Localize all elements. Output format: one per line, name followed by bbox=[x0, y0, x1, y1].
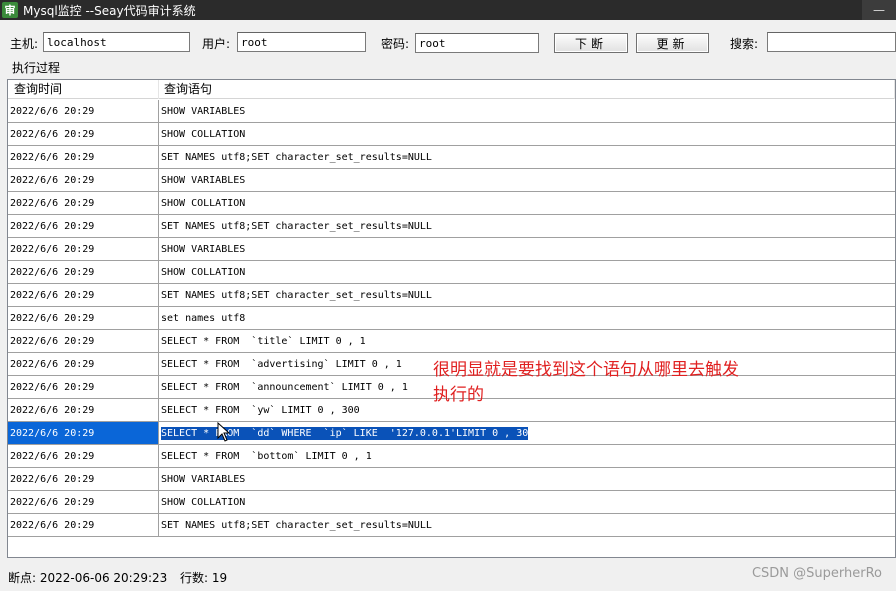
query-statement-text: SHOW VARIABLES bbox=[161, 174, 246, 186]
query-statement-cell: SHOW VARIABLES bbox=[159, 244, 895, 255]
query-time-cell: 2022/6/6 20:29 bbox=[8, 445, 159, 467]
query-time-cell: 2022/6/6 20:29 bbox=[8, 238, 159, 260]
query-statement-cell: SELECT * FROM `title` LIMIT 0 , 1 bbox=[159, 336, 895, 347]
password-input[interactable]: root bbox=[415, 33, 539, 53]
host-input[interactable]: localhost bbox=[43, 32, 190, 52]
table-row[interactable]: 2022/6/6 20:29 SET NAMES utf8;SET charact… bbox=[8, 284, 895, 307]
table-row[interactable]: 2022/6/6 20:29 SHOW VARIABLES bbox=[8, 100, 895, 123]
query-time-cell: 2022/6/6 20:29 bbox=[8, 399, 159, 421]
query-statement-text: SELECT * FROM `bottom` LIMIT 0 , 1 bbox=[161, 450, 372, 462]
row-count-status: 行数: 19 bbox=[180, 570, 228, 585]
execution-process-label: 执行过程 bbox=[12, 61, 61, 75]
query-time-cell: 2022/6/6 20:29 bbox=[8, 261, 159, 283]
search-label: 搜索: bbox=[730, 37, 759, 51]
query-time-cell: 2022/6/6 20:29 bbox=[8, 514, 159, 536]
red-annotation: 很明显就是要找到这个语句从哪里去触发 执行的 bbox=[433, 358, 833, 408]
table-row[interactable]: 2022/6/6 20:29 SHOW COLLATION bbox=[8, 261, 895, 284]
query-statement-cell: SELECT * FROM `dd` WHERE `ip` LIKE '127.… bbox=[159, 426, 895, 440]
table-row[interactable]: 2022/6/6 20:29 SET NAMES utf8;SET charact… bbox=[8, 215, 895, 238]
query-time-cell: 2022/6/6 20:29 bbox=[8, 100, 159, 122]
query-time-cell: 2022/6/6 20:29 bbox=[8, 376, 159, 398]
query-statement-text: SET NAMES utf8;SET character_set_results… bbox=[161, 151, 432, 163]
table-row[interactable]: 2022/6/6 20:29 SHOW VARIABLES bbox=[8, 238, 895, 261]
query-statement-text: set names utf8 bbox=[161, 312, 246, 324]
table-row[interactable]: 2022/6/6 20:29 SET NAMES utf8;SET charact… bbox=[8, 514, 895, 537]
query-statement-cell: SET NAMES utf8;SET character_set_results… bbox=[159, 290, 895, 301]
column-header-time[interactable]: 查询时间 bbox=[8, 80, 159, 99]
user-input[interactable]: root bbox=[237, 32, 366, 52]
table-row[interactable]: 2022/6/6 20:29 SHOW COLLATION bbox=[8, 192, 895, 215]
table-row[interactable]: 2022/6/6 20:29 SET NAMES utf8;SET charact… bbox=[8, 146, 895, 169]
query-statement-cell: SHOW COLLATION bbox=[159, 497, 895, 508]
query-statement-text: SELECT * FROM `yw` LIMIT 0 , 300 bbox=[161, 404, 360, 416]
breakpoint-status: 断点: 2022-06-06 20:29:23 bbox=[8, 570, 168, 585]
mouse-cursor-icon bbox=[217, 422, 231, 442]
annotation-line-1: 很明显就是要找到这个语句从哪里去触发 bbox=[433, 360, 739, 380]
query-statement-cell: SHOW COLLATION bbox=[159, 129, 895, 140]
query-statement-text: SHOW COLLATION bbox=[161, 197, 246, 209]
query-time-cell: 2022/6/6 20:29 bbox=[8, 192, 159, 214]
query-statement-text: SELECT * FROM `announcement` LIMIT 0 , 1 bbox=[161, 381, 408, 393]
query-statement-text: SHOW COLLATION bbox=[161, 128, 246, 140]
query-statement-cell: SHOW COLLATION bbox=[159, 198, 895, 209]
query-log-table[interactable]: 查询时间 查询语句 2022/6/6 20:29 SHOW VARIABLES 20… bbox=[7, 79, 896, 558]
query-statement-text: SHOW COLLATION bbox=[161, 496, 246, 508]
search-input[interactable] bbox=[767, 32, 896, 52]
query-statement-cell: SHOW COLLATION bbox=[159, 267, 895, 278]
query-statement-cell: SET NAMES utf8;SET character_set_results… bbox=[159, 152, 895, 163]
query-statement-text: SELECT * FROM `advertising` LIMIT 0 , 1 bbox=[161, 358, 402, 370]
window-title: Mysql监控 --Seay代码审计系统 bbox=[23, 3, 196, 18]
table-row[interactable]: 2022/6/6 20:29 SHOW VARIABLES bbox=[8, 468, 895, 491]
watermark: CSDN @SuperherRo bbox=[751, 566, 882, 581]
query-statement-text: SET NAMES utf8;SET character_set_results… bbox=[161, 220, 432, 232]
query-time-cell: 2022/6/6 20:29 bbox=[8, 330, 159, 352]
query-time-cell: 2022/6/6 20:29 bbox=[8, 422, 159, 444]
query-statement-text: SHOW VARIABLES bbox=[161, 105, 246, 117]
table-row[interactable]: 2022/6/6 20:29 SHOW COLLATION bbox=[8, 123, 895, 146]
table-header: 查询时间 查询语句 bbox=[8, 80, 895, 99]
query-statement-text: SET NAMES utf8;SET character_set_results… bbox=[161, 519, 432, 531]
table-row[interactable]: 2022/6/6 20:29 SHOW COLLATION bbox=[8, 491, 895, 514]
query-time-cell: 2022/6/6 20:29 bbox=[8, 215, 159, 237]
query-statement-cell: SET NAMES utf8;SET character_set_results… bbox=[159, 520, 895, 531]
query-time-cell: 2022/6/6 20:29 bbox=[8, 307, 159, 329]
app-icon: 审 bbox=[2, 2, 18, 18]
query-statement-text: SHOW VARIABLES bbox=[161, 243, 246, 255]
query-statement-cell: SELECT * FROM `bottom` LIMIT 0 , 1 bbox=[159, 451, 895, 462]
query-statement-cell: SHOW VARIABLES bbox=[159, 106, 895, 117]
annotation-line-2: 执行的 bbox=[433, 385, 484, 405]
column-header-query[interactable]: 查询语句 bbox=[159, 80, 895, 99]
table-row[interactable]: 2022/6/6 20:29 set names utf8 bbox=[8, 307, 895, 330]
refresh-button[interactable]: 更新 bbox=[636, 33, 709, 53]
query-statement-text: SHOW VARIABLES bbox=[161, 473, 246, 485]
table-row[interactable]: 2022/6/6 20:29 SELECT * FROM `title` LIMI… bbox=[8, 330, 895, 353]
break-button[interactable]: 下断 bbox=[554, 33, 628, 53]
user-label: 用户: bbox=[202, 37, 231, 51]
table-row[interactable]: 2022/6/6 20:29 SHOW VARIABLES bbox=[8, 169, 895, 192]
query-time-cell: 2022/6/6 20:29 bbox=[8, 169, 159, 191]
query-time-cell: 2022/6/6 20:29 bbox=[8, 491, 159, 513]
query-statement-cell: SHOW VARIABLES bbox=[159, 474, 895, 485]
query-statement-text: SET NAMES utf8;SET character_set_results… bbox=[161, 289, 432, 301]
query-statement-cell: SHOW VARIABLES bbox=[159, 175, 895, 186]
query-time-cell: 2022/6/6 20:29 bbox=[8, 146, 159, 168]
query-time-cell: 2022/6/6 20:29 bbox=[8, 353, 159, 375]
title-bar: 审 Mysql监控 --Seay代码审计系统 — bbox=[0, 0, 896, 20]
query-statement-text: SELECT * FROM `title` LIMIT 0 , 1 bbox=[161, 335, 366, 347]
query-time-cell: 2022/6/6 20:29 bbox=[8, 468, 159, 490]
table-row[interactable]: 2022/6/6 20:29 SELECT * FROM `bottom` LIM… bbox=[8, 445, 895, 468]
query-time-cell: 2022/6/6 20:29 bbox=[8, 284, 159, 306]
table-row[interactable]: 2022/6/6 20:29 SELECT * FROM `dd` WHERE `… bbox=[8, 422, 895, 445]
password-label: 密码: bbox=[381, 37, 410, 51]
query-time-cell: 2022/6/6 20:29 bbox=[8, 123, 159, 145]
query-statement-text: SHOW COLLATION bbox=[161, 266, 246, 278]
host-label: 主机: bbox=[10, 37, 39, 51]
query-statement-cell: set names utf8 bbox=[159, 313, 895, 324]
minimize-button[interactable]: — bbox=[862, 0, 896, 20]
query-statement-cell: SET NAMES utf8;SET character_set_results… bbox=[159, 221, 895, 232]
